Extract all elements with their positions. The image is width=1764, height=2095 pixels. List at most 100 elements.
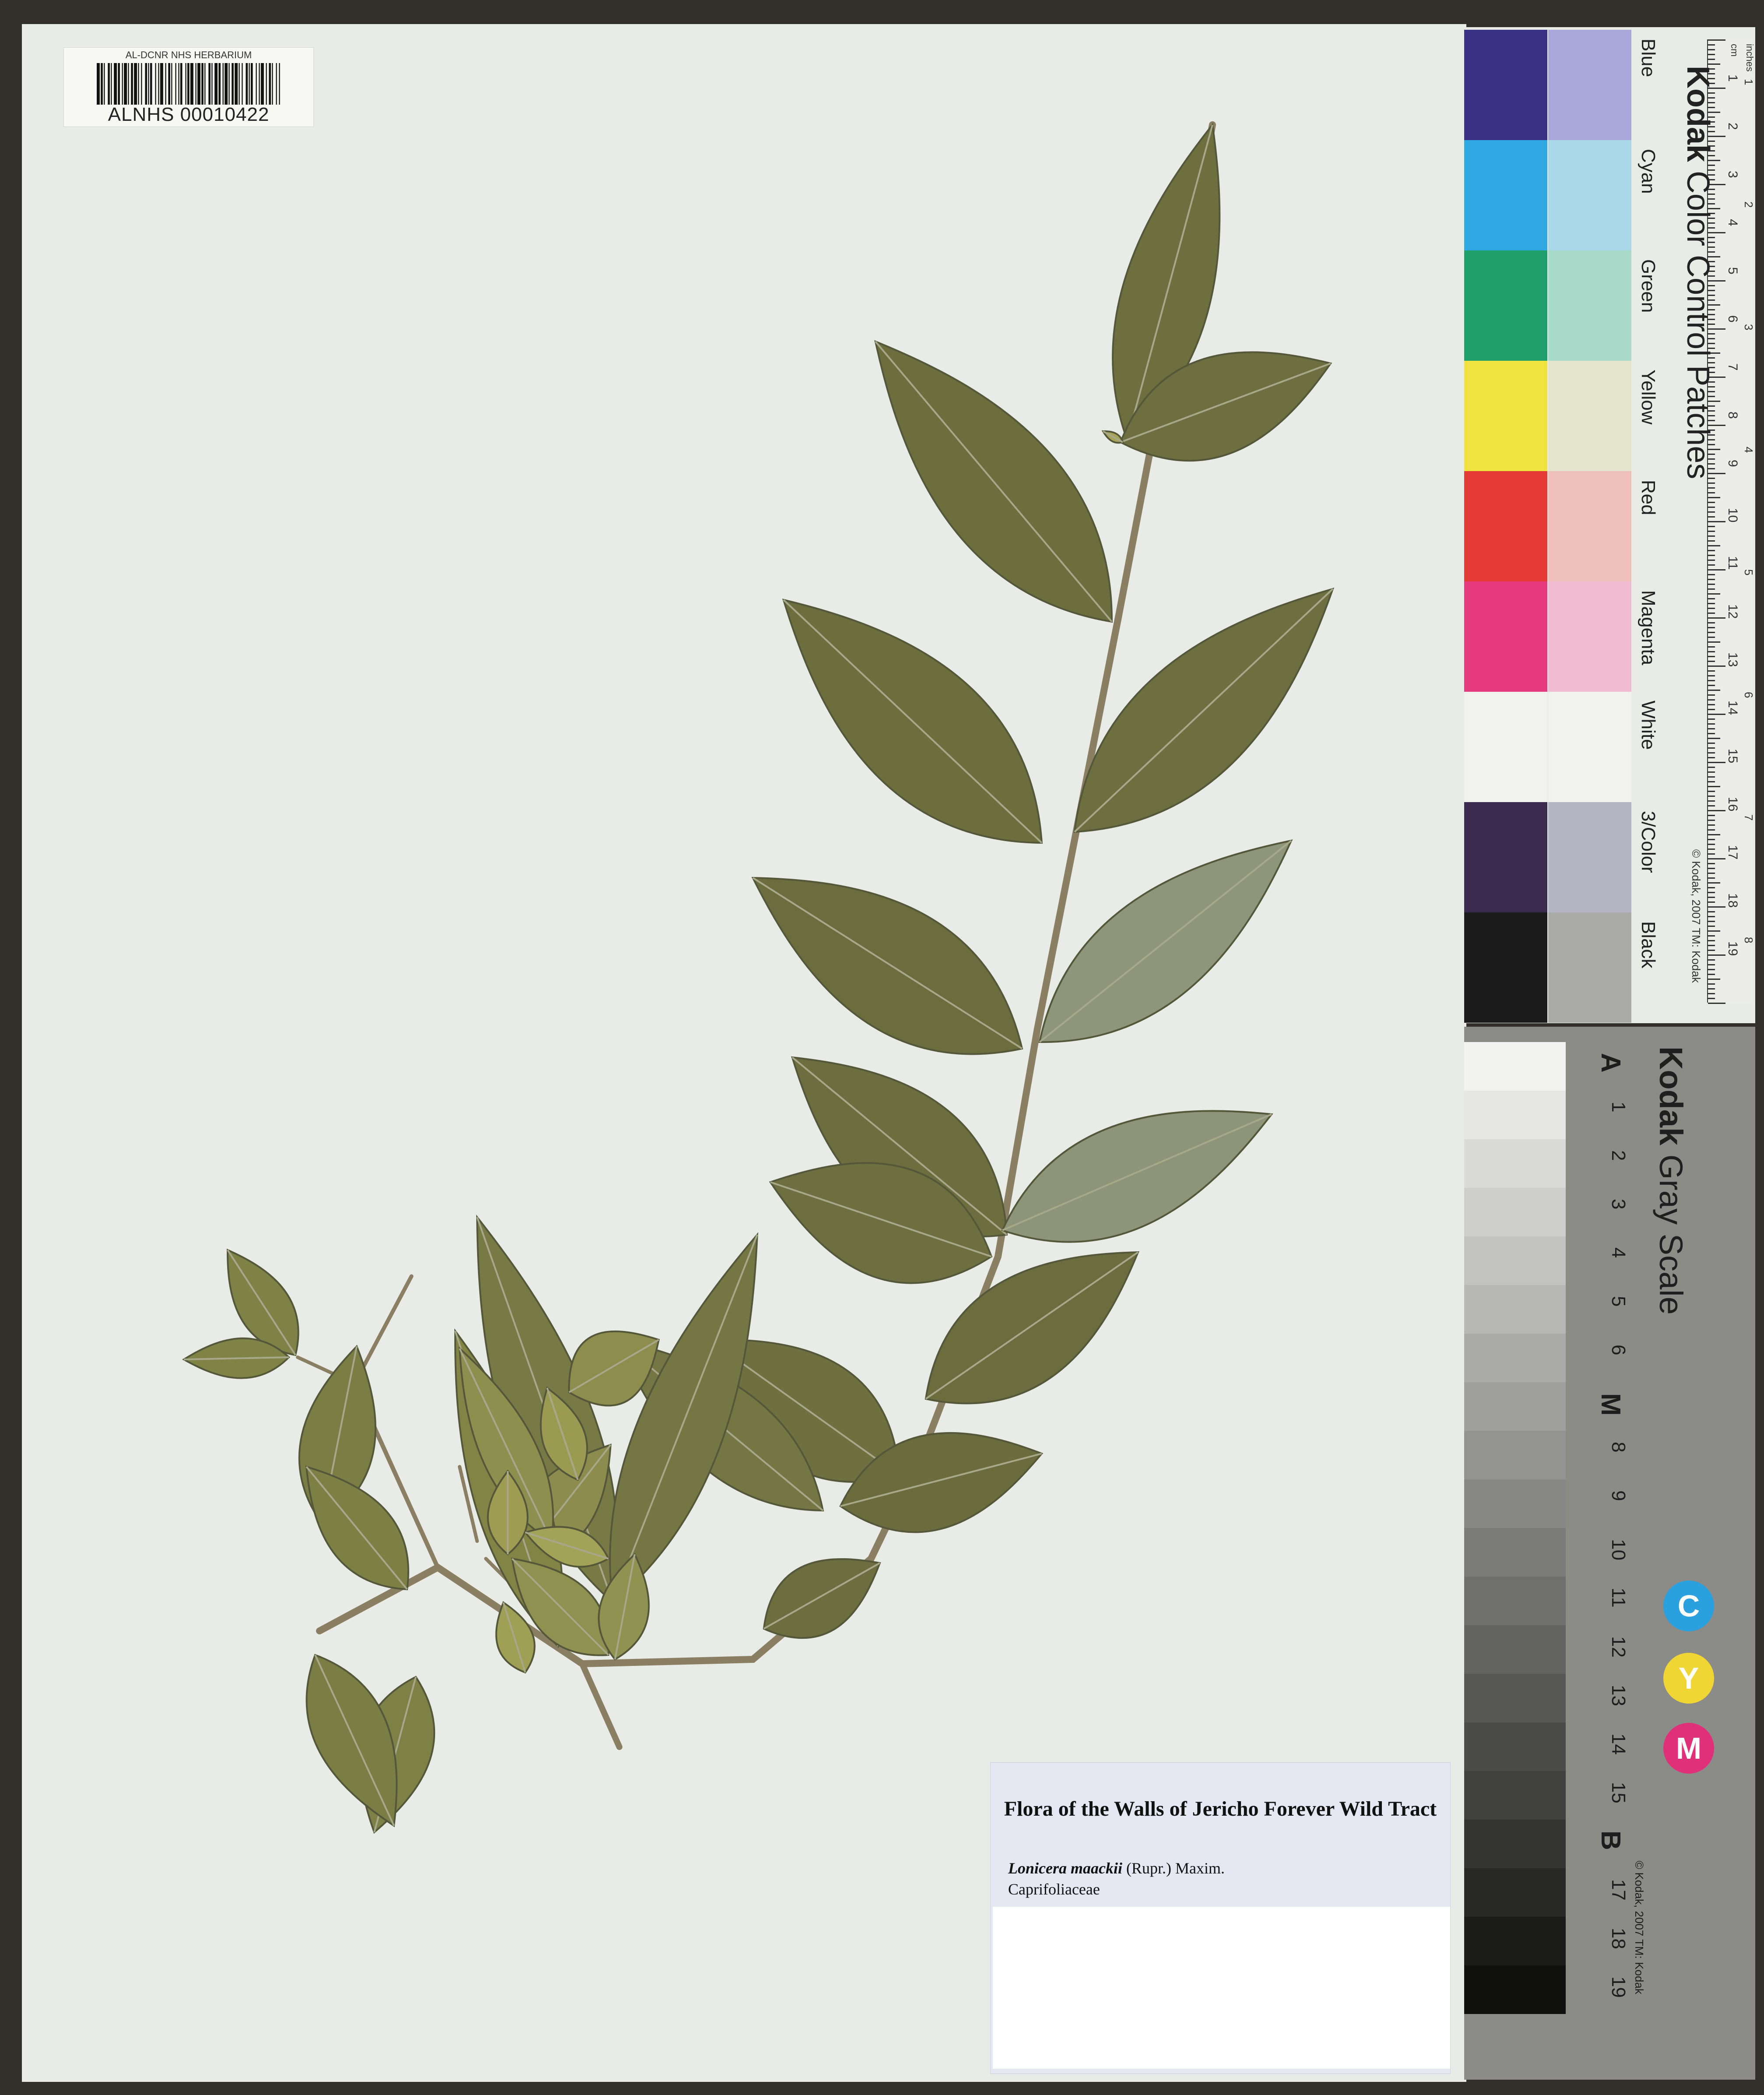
color-patch-light (1548, 471, 1631, 581)
ruler-tick (1708, 675, 1715, 676)
color-patch-label: White (1637, 701, 1659, 750)
barcode-bar (279, 63, 280, 105)
ruler-tick (1708, 993, 1715, 994)
ruler-tick (1708, 781, 1715, 782)
ruler-tick (1708, 502, 1715, 503)
ruler-tick (1708, 882, 1720, 884)
ruler-tick (1708, 588, 1715, 590)
ruler-tick (1708, 873, 1715, 874)
barcode-bar (108, 63, 110, 105)
ruler-inch-number: 4 (1742, 447, 1755, 453)
ruler-tick (1708, 834, 1720, 835)
color-patch-light (1548, 581, 1631, 692)
barcode-bar (259, 63, 260, 105)
cym-dot: Y (1663, 1653, 1714, 1704)
ruler-tick (1708, 699, 1715, 701)
ruler-cm-number: 5 (1725, 267, 1740, 275)
barcode-bar (114, 63, 117, 105)
ruler-tick (1708, 555, 1715, 556)
ruler-tick (1708, 877, 1715, 879)
gray-step-label: 5 (1608, 1296, 1629, 1307)
ruler-tick (1708, 863, 1715, 864)
ruler-tick (1708, 49, 1715, 50)
species-name: Lonicera maackii (1008, 1859, 1122, 1877)
ruler-cm-number: 19 (1725, 941, 1740, 956)
gray-step-label: 12 (1608, 1636, 1629, 1658)
ruler-tick (1708, 728, 1715, 729)
barcode-bar (232, 63, 234, 105)
ruler-cm-number: 11 (1725, 556, 1740, 570)
ruler-tick (1708, 516, 1715, 518)
ruler-tick (1708, 497, 1720, 498)
ruler-tick (1708, 974, 1715, 975)
gray-step-label: 13 (1608, 1685, 1629, 1706)
ruler-tick (1708, 800, 1715, 802)
ruler-tick (1708, 564, 1715, 566)
barcode-bar (260, 63, 264, 105)
ruler-tick (1708, 637, 1715, 638)
barcode-bar (160, 63, 163, 105)
ruler-tick (1708, 988, 1715, 989)
label-species: Lonicera maackii (Rupr.) Maxim. (1008, 1859, 1437, 1877)
barcode-bar (150, 63, 152, 105)
cym-dot: M (1663, 1723, 1714, 1774)
barcode-bar (185, 63, 186, 105)
ruler-tick (1708, 964, 1715, 965)
gray-step (1464, 1674, 1566, 1722)
ruler-tick (1708, 632, 1715, 633)
barcode-bar (256, 63, 257, 105)
ruler-tick (1708, 815, 1715, 816)
barcode-bar (171, 63, 172, 105)
barcode-bar (246, 63, 248, 105)
ruler-tick (1708, 733, 1715, 734)
ruler-tick (1708, 608, 1715, 609)
ruler-tick (1708, 844, 1715, 845)
gray-step (1464, 1820, 1566, 1868)
ruler-tick (1708, 868, 1715, 869)
ruler-cm-number: 7 (1725, 363, 1740, 371)
ruler-tick (1708, 603, 1715, 604)
barcode-bar (195, 63, 197, 105)
gray-step-label: 8 (1608, 1442, 1629, 1453)
ruler-tick (1708, 641, 1720, 643)
ruler-cm-number: 18 (1725, 893, 1740, 908)
ruler-tick (1708, 535, 1715, 537)
barcode-bar (158, 63, 159, 105)
ruler-tick (1708, 743, 1715, 744)
ruler-tick (1708, 574, 1715, 575)
ruler-tick (1708, 747, 1715, 749)
color-patch-label: Magenta (1637, 590, 1659, 665)
barcode-bar (104, 63, 105, 105)
ruler-cm-number: 12 (1725, 604, 1740, 619)
color-patch-light (1548, 140, 1631, 250)
ruler-tick (1708, 521, 1725, 522)
ruler-tick (1708, 54, 1715, 55)
gray-step-label: A (1595, 1053, 1626, 1073)
ruler-tick (1708, 805, 1715, 806)
barcode-bar (208, 63, 211, 105)
ruler-tick (1708, 839, 1715, 840)
barcode-bar (197, 63, 200, 105)
gray-step (1464, 1965, 1566, 2014)
gray-step (1464, 1917, 1566, 1965)
label-blank-area (993, 1907, 1450, 2069)
gray-step (1464, 1285, 1566, 1334)
ruler-tick (1708, 829, 1715, 831)
ruler-tick (1708, 59, 1715, 60)
ruler-tick (1708, 627, 1715, 628)
gray-step-label: 4 (1608, 1247, 1629, 1258)
ruler-tick (1708, 906, 1725, 908)
ruler-tick (1708, 507, 1715, 508)
gray-step (1464, 1334, 1566, 1382)
color-patch-light (1548, 692, 1631, 802)
color-patch-light (1548, 361, 1631, 471)
barcode-bar (214, 63, 218, 105)
gray-scale-copyright: © Kodak, 2007 TM: Kodak (1633, 1861, 1646, 1994)
ruler-inch-number: 7 (1742, 814, 1755, 821)
gray-step (1464, 1771, 1566, 1820)
ruler-tick (1708, 584, 1715, 585)
ruler-tick (1708, 998, 1715, 999)
ruler-tick (1708, 887, 1715, 888)
ruler-tick (1708, 492, 1715, 493)
ruler-cm-number: 3 (1725, 171, 1740, 178)
